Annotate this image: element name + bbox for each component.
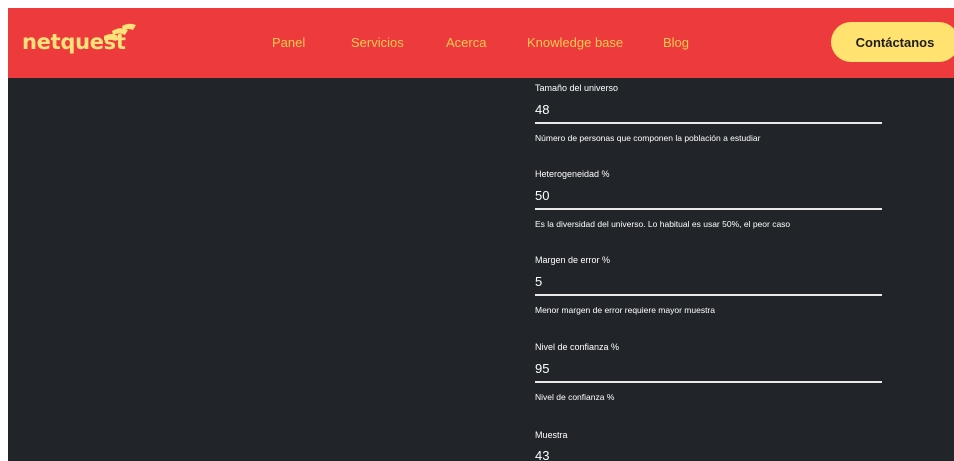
error-margin-help: Menor margen de error requiere mayor mue… — [535, 305, 715, 315]
contact-button[interactable]: Contáctanos — [831, 22, 954, 62]
universe-size-help: Número de personas que componen la pobla… — [535, 133, 761, 143]
sample-result-value: 43 — [535, 448, 550, 461]
confidence-level-help: Nivel de confianza % — [535, 392, 615, 402]
heterogeneity-input[interactable]: 50 — [535, 188, 549, 203]
universe-size-underline — [535, 122, 882, 124]
nav-link-blog[interactable]: Blog — [663, 35, 689, 50]
confidence-level-input[interactable]: 95 — [535, 361, 549, 376]
nav-link-servicios[interactable]: Servicios — [351, 35, 404, 50]
sample-result-label: Muestra — [535, 430, 568, 440]
page-frame: netquest Panel Servicios Acerca Knowledg… — [8, 8, 954, 461]
nav-link-acerca[interactable]: Acerca — [446, 35, 486, 50]
nav-link-panel[interactable]: Panel — [272, 35, 305, 50]
heterogeneity-underline — [535, 208, 882, 210]
error-margin-label: Margen de error % — [535, 255, 611, 265]
confidence-level-underline — [535, 381, 882, 383]
heterogeneity-label: Heterogeneidad % — [535, 169, 610, 179]
heterogeneity-help: Es la diversidad del universo. Lo habitu… — [535, 219, 791, 229]
nav-link-knowledge-base[interactable]: Knowledge base — [527, 35, 623, 50]
universe-size-input[interactable]: 48 — [535, 102, 549, 117]
top-navbar: netquest Panel Servicios Acerca Knowledg… — [8, 8, 954, 78]
error-margin-underline — [535, 294, 882, 296]
main-nav: Panel Servicios Acerca Knowledge base Bl… — [8, 8, 954, 78]
error-margin-input[interactable]: 5 — [535, 274, 542, 289]
confidence-level-label: Nivel de confianza % — [535, 342, 620, 352]
universe-size-label: Tamaño del universo — [535, 83, 619, 93]
